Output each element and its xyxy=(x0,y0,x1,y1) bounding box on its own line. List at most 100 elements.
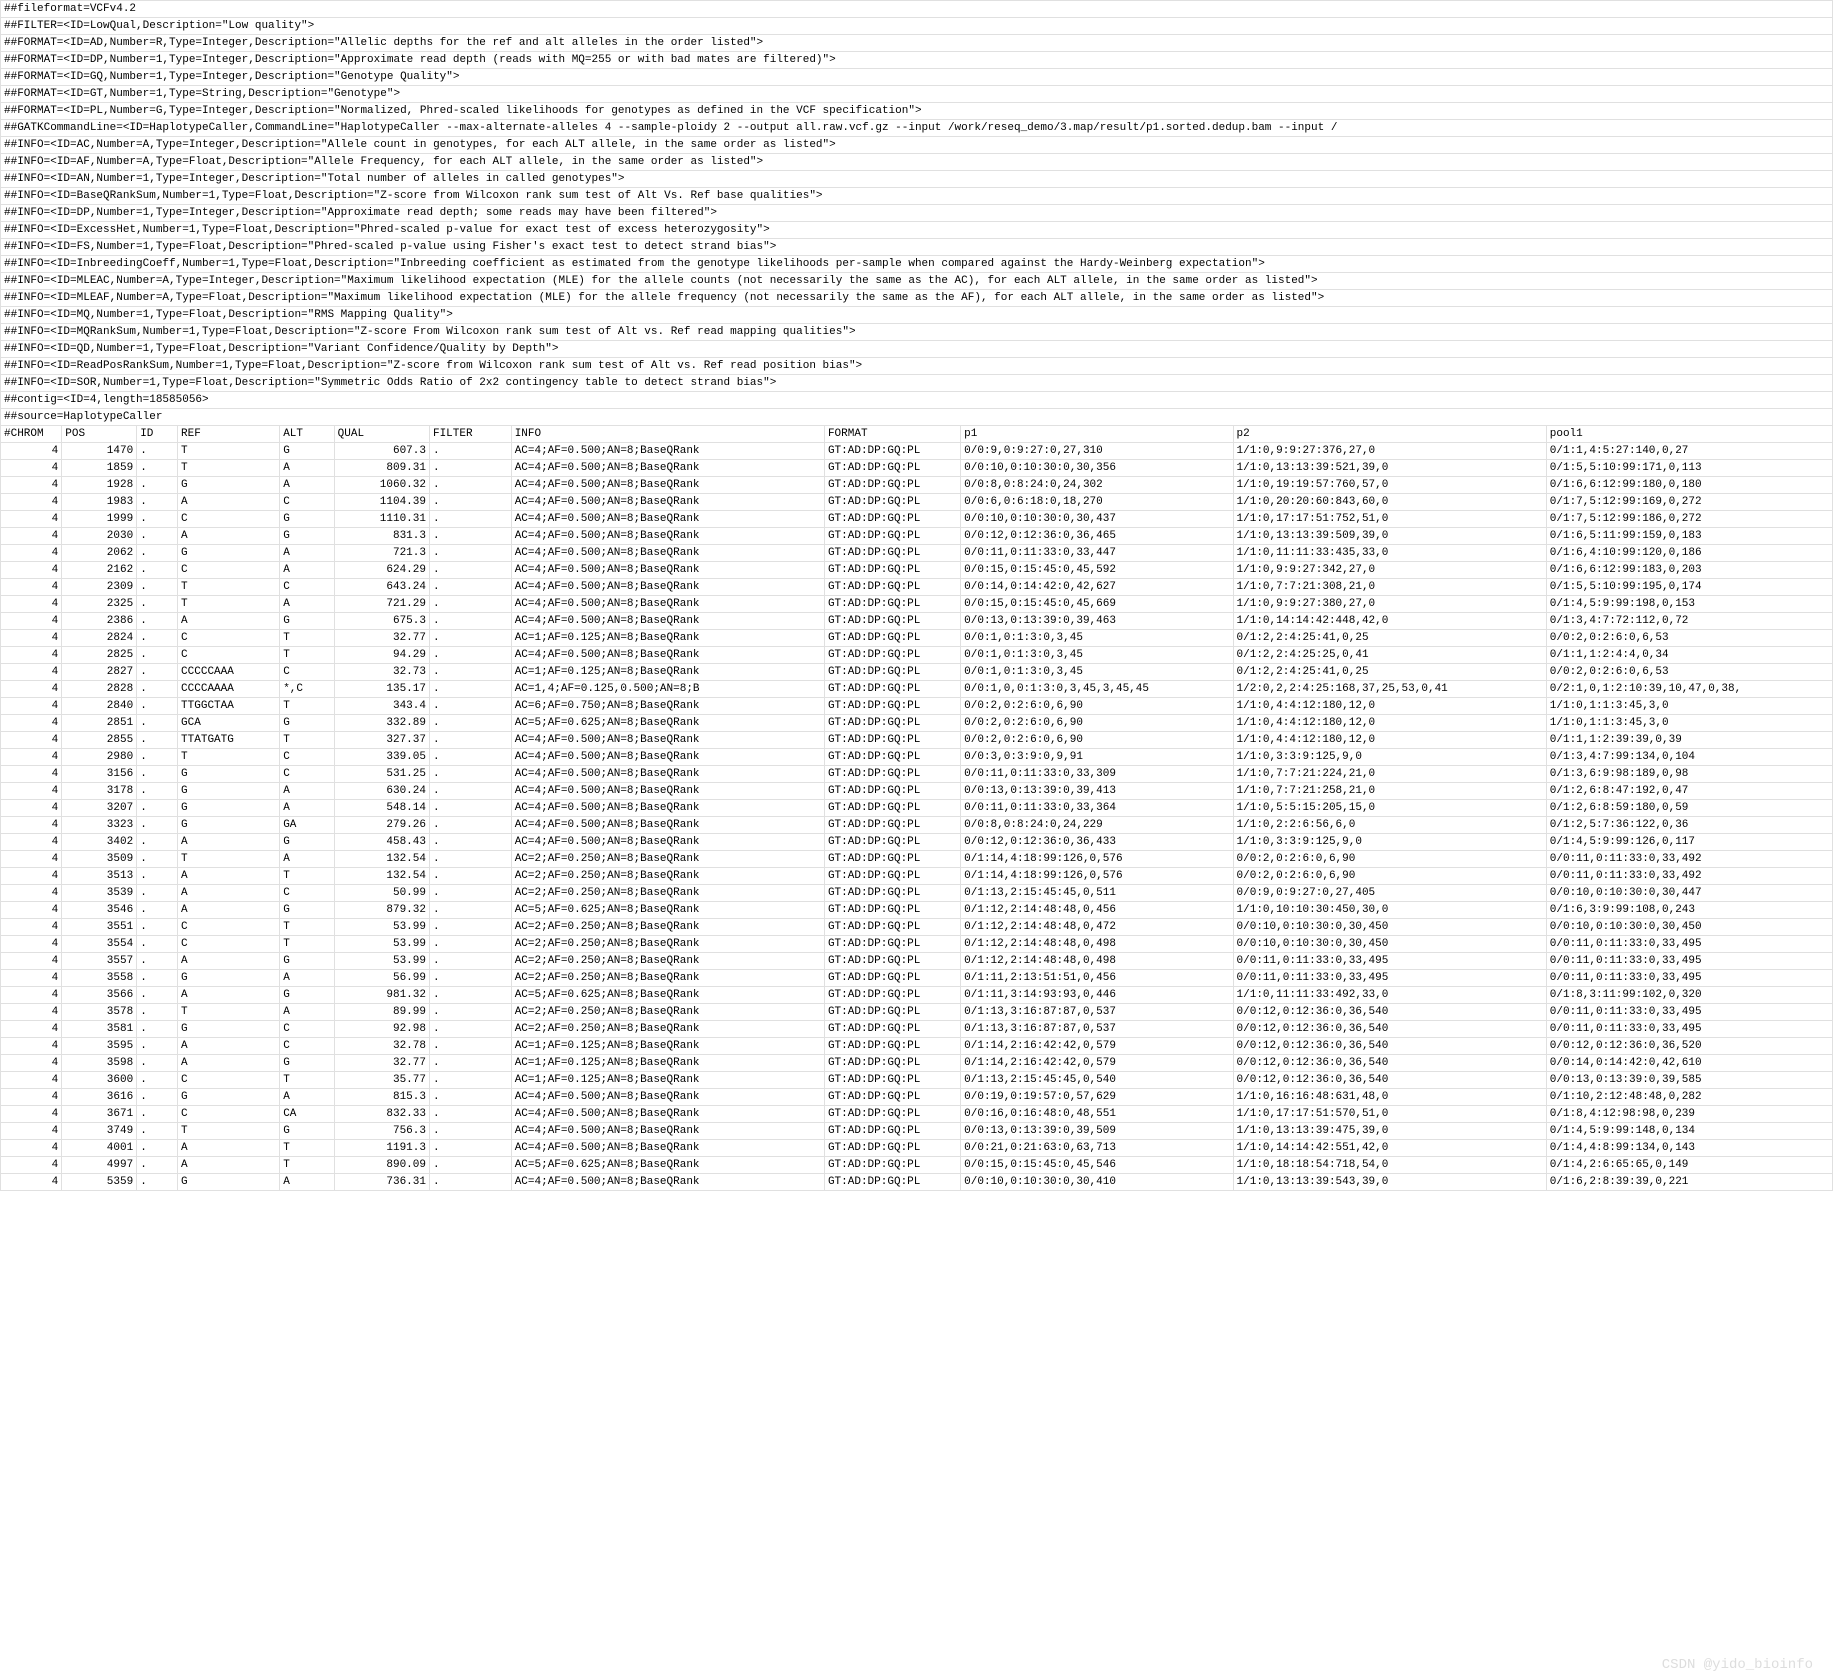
cell[interactable]: G xyxy=(280,511,334,528)
cell[interactable]: GT:AD:DP:GQ:PL xyxy=(824,664,960,681)
cell[interactable]: . xyxy=(429,494,511,511)
cell[interactable]: AC=4;AF=0.500;AN=8;BaseQRank xyxy=(511,800,824,817)
cell[interactable]: 756.3 xyxy=(334,1123,429,1140)
cell[interactable]: . xyxy=(429,477,511,494)
cell[interactable]: 5359 xyxy=(62,1174,137,1191)
cell[interactable]: 339.05 xyxy=(334,749,429,766)
cell[interactable]: 0/0:19,0:19:57:0,57,629 xyxy=(961,1089,1233,1106)
cell[interactable]: . xyxy=(137,1089,178,1106)
cell[interactable]: GT:AD:DP:GQ:PL xyxy=(824,477,960,494)
cell[interactable]: 343.4 xyxy=(334,698,429,715)
cell[interactable]: 1/1:0,1:1:3:45,3,0 xyxy=(1546,715,1832,732)
cell[interactable]: . xyxy=(429,732,511,749)
cell[interactable]: GT:AD:DP:GQ:PL xyxy=(824,1174,960,1191)
cell[interactable]: . xyxy=(137,902,178,919)
cell[interactable]: 4 xyxy=(1,596,62,613)
cell[interactable]: 32.73 xyxy=(334,664,429,681)
cell[interactable]: . xyxy=(137,800,178,817)
cell[interactable]: 0/0:11,0:11:33:0,33,495 xyxy=(1233,953,1546,970)
cell[interactable]: 0/0:11,0:11:33:0,33,492 xyxy=(1546,868,1832,885)
cell[interactable]: 0/0:21,0:21:63:0,63,713 xyxy=(961,1140,1233,1157)
cell[interactable]: GT:AD:DP:GQ:PL xyxy=(824,902,960,919)
cell[interactable]: AC=4;AF=0.500;AN=8;BaseQRank xyxy=(511,1140,824,1157)
cell[interactable]: 4 xyxy=(1,1021,62,1038)
cell[interactable]: GT:AD:DP:GQ:PL xyxy=(824,766,960,783)
cell[interactable]: 0/0:15,0:15:45:0,45,669 xyxy=(961,596,1233,613)
cell[interactable]: 0/1:14,4:18:99:126,0,576 xyxy=(961,851,1233,868)
cell[interactable]: 1/1:0,3:3:9:125,9,0 xyxy=(1233,834,1546,851)
cell[interactable]: . xyxy=(137,919,178,936)
cell[interactable]: 1983 xyxy=(62,494,137,511)
cell[interactable]: 1/1:0,4:4:12:180,12,0 xyxy=(1233,698,1546,715)
cell[interactable]: . xyxy=(137,987,178,1004)
cell[interactable]: 624.29 xyxy=(334,562,429,579)
cell[interactable]: . xyxy=(137,613,178,630)
cell[interactable]: 1/1:0,4:4:12:180,12,0 xyxy=(1233,732,1546,749)
cell[interactable]: 0/1:6,4:10:99:120,0,186 xyxy=(1546,545,1832,562)
cell[interactable]: 0/0:10,0:10:30:0,30,450 xyxy=(1233,936,1546,953)
cell[interactable]: 0/1:8,4:12:98:98,0,239 xyxy=(1546,1106,1832,1123)
cell[interactable]: 548.14 xyxy=(334,800,429,817)
cell[interactable]: 0/1:5,5:10:99:195,0,174 xyxy=(1546,579,1832,596)
cell[interactable]: C xyxy=(178,936,280,953)
cell[interactable]: 4 xyxy=(1,902,62,919)
cell[interactable]: G xyxy=(280,953,334,970)
cell[interactable]: 4 xyxy=(1,885,62,902)
cell[interactable]: 2162 xyxy=(62,562,137,579)
cell[interactable]: 0/0:15,0:15:45:0,45,546 xyxy=(961,1157,1233,1174)
cell[interactable]: GT:AD:DP:GQ:PL xyxy=(824,1072,960,1089)
cell[interactable]: 2030 xyxy=(62,528,137,545)
cell[interactable]: 2980 xyxy=(62,749,137,766)
cell[interactable]: A xyxy=(178,528,280,545)
cell[interactable]: C xyxy=(178,1072,280,1089)
cell[interactable]: 0/0:16,0:16:48:0,48,551 xyxy=(961,1106,1233,1123)
cell[interactable]: GT:AD:DP:GQ:PL xyxy=(824,1021,960,1038)
cell[interactable]: AC=1;AF=0.125;AN=8;BaseQRank xyxy=(511,1038,824,1055)
cell[interactable]: GT:AD:DP:GQ:PL xyxy=(824,647,960,664)
cell[interactable]: A xyxy=(280,562,334,579)
cell[interactable]: 0/1:13,3:16:87:87,0,537 xyxy=(961,1021,1233,1038)
cell[interactable]: . xyxy=(137,1072,178,1089)
cell[interactable]: 3595 xyxy=(62,1038,137,1055)
cell[interactable]: A xyxy=(178,1055,280,1072)
cell[interactable]: 0/0:2,0:2:6:0,6,90 xyxy=(1233,851,1546,868)
cell[interactable]: G xyxy=(178,817,280,834)
cell[interactable]: . xyxy=(137,1174,178,1191)
cell[interactable]: 2827 xyxy=(62,664,137,681)
cell[interactable]: 4 xyxy=(1,1072,62,1089)
cell[interactable]: 0/1:4,5:9:99:126,0,117 xyxy=(1546,834,1832,851)
cell[interactable]: . xyxy=(429,1072,511,1089)
cell[interactable]: CCCCCAAA xyxy=(178,664,280,681)
cell[interactable]: 0/0:12,0:12:36:0,36,540 xyxy=(1233,1055,1546,1072)
cell[interactable]: . xyxy=(429,579,511,596)
cell[interactable]: 2840 xyxy=(62,698,137,715)
cell[interactable]: 0/0:9,0:9:27:0,27,405 xyxy=(1233,885,1546,902)
cell[interactable]: T xyxy=(280,919,334,936)
cell[interactable]: TTGGCTAA xyxy=(178,698,280,715)
cell[interactable]: 1/1:0,13:13:39:509,39,0 xyxy=(1233,528,1546,545)
cell[interactable]: 1/1:0,3:3:9:125,9,0 xyxy=(1233,749,1546,766)
cell[interactable]: 4 xyxy=(1,1038,62,1055)
cell[interactable]: 0/1:1,4:5:27:140,0,27 xyxy=(1546,443,1832,460)
cell[interactable]: 50.99 xyxy=(334,885,429,902)
cell[interactable]: 4 xyxy=(1,817,62,834)
cell[interactable]: 4 xyxy=(1,562,62,579)
cell[interactable]: 4 xyxy=(1,1157,62,1174)
cell[interactable]: 1/1:0,10:10:30:450,30,0 xyxy=(1233,902,1546,919)
cell[interactable]: 890.09 xyxy=(334,1157,429,1174)
cell[interactable]: CCCCAAAA xyxy=(178,681,280,698)
cell[interactable]: . xyxy=(137,1055,178,1072)
cell[interactable]: GT:AD:DP:GQ:PL xyxy=(824,936,960,953)
cell[interactable]: GT:AD:DP:GQ:PL xyxy=(824,868,960,885)
cell[interactable]: G xyxy=(280,834,334,851)
cell[interactable]: G xyxy=(280,528,334,545)
cell[interactable]: 0/2:1,0,1:2:10:39,10,47,0,38, xyxy=(1546,681,1832,698)
cell[interactable]: 3513 xyxy=(62,868,137,885)
cell[interactable]: GT:AD:DP:GQ:PL xyxy=(824,494,960,511)
cell[interactable]: 0/1:6,6:12:99:180,0,180 xyxy=(1546,477,1832,494)
cell[interactable]: 0/0:1,0:1:3:0,3,45 xyxy=(961,630,1233,647)
cell[interactable]: 0/0:14,0:14:42:0,42,627 xyxy=(961,579,1233,596)
cell[interactable]: GT:AD:DP:GQ:PL xyxy=(824,749,960,766)
cell[interactable]: GT:AD:DP:GQ:PL xyxy=(824,528,960,545)
cell[interactable]: . xyxy=(429,885,511,902)
